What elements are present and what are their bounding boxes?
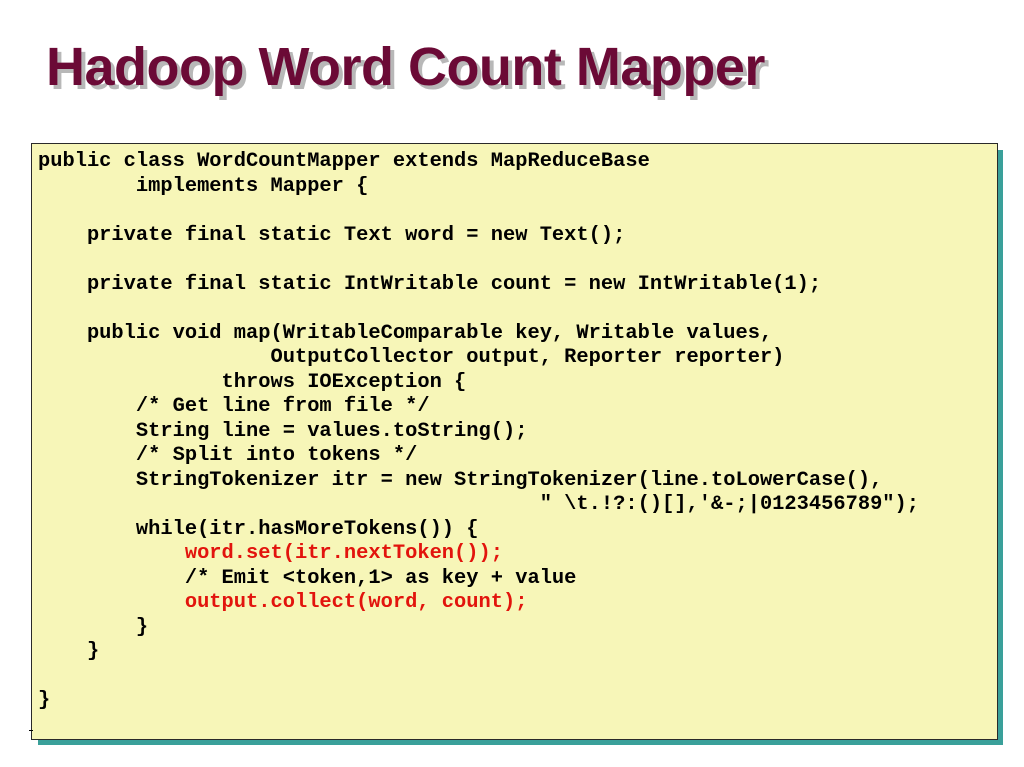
code-line: " \t.!?:()[],'&-;|0123456789"); <box>38 493 920 516</box>
code-line: private final static IntWritable count =… <box>38 272 822 296</box>
code-line: implements Mapper { <box>38 174 369 198</box>
code-line: public void map(WritableComparable key, … <box>38 321 773 345</box>
code-line: /* Emit <token,1> as key + value <box>38 566 577 590</box>
code-line: } <box>38 615 149 639</box>
code-line: while(itr.hasMoreTokens()) { <box>38 517 479 541</box>
code-line: public class WordCountMapper extends Map… <box>38 150 650 173</box>
code-line: /* Split into tokens */ <box>38 444 418 467</box>
code-listing: public class WordCountMapper extends Map… <box>31 143 998 740</box>
code-line: } <box>38 689 51 712</box>
code-line: /* Get line from file */ <box>38 395 430 418</box>
code-line-highlighted: word.set(itr.nextToken()); <box>38 542 503 565</box>
slide-edge-mark <box>29 730 33 731</box>
code-line: } <box>38 640 100 663</box>
code-line: throws IOException { <box>38 370 467 394</box>
code-line: String line = values.toString(); <box>38 419 528 443</box>
code-line: StringTokenizer itr = new StringTokenize… <box>38 468 883 492</box>
code-line: OutputCollector output, Reporter reporte… <box>38 346 785 369</box>
code-line-highlighted: output.collect(word, count); <box>38 591 528 614</box>
slide-title: Hadoop Word Count Mapper <box>46 37 765 97</box>
code-line: private final static Text word = new Tex… <box>38 223 626 247</box>
